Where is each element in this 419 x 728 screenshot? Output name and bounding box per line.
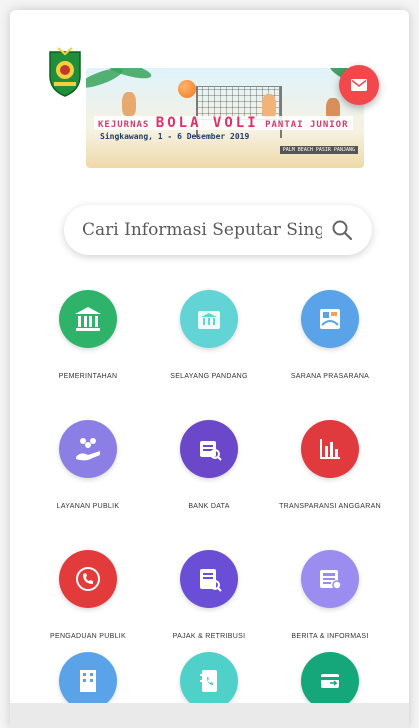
city-hall-icon	[180, 290, 238, 348]
mail-icon	[351, 79, 367, 91]
bottom-navigation-bar	[10, 703, 409, 728]
menu-item-layanan-publik[interactable]: LAYANAN PUBLIK	[28, 420, 148, 530]
player-figure	[262, 94, 276, 118]
volleyball-icon	[178, 80, 196, 98]
banner-title: KEJURNAS BOLA VOLI PANTAI JUNIOR	[94, 116, 353, 130]
menu-item-label: SARANA PRASARANA	[290, 373, 370, 380]
menu-item-pengaduan-publik[interactable]: PENGADUAN PUBLIK	[28, 550, 148, 660]
menu-item-label: PENGADUAN PUBLIK	[50, 633, 126, 640]
public-service-icon	[59, 420, 117, 478]
menu-item-sarana-prasarana[interactable]: SARANA PRASARANA	[270, 290, 390, 400]
menu-item-label: SELAYANG PANDANG	[170, 373, 248, 380]
regional-crest-icon	[49, 47, 81, 97]
budget-chart-icon	[301, 420, 359, 478]
card-transfer-icon	[301, 652, 359, 710]
office-building-icon	[59, 652, 117, 710]
banner-title-prefix: KEJURNAS	[98, 120, 150, 130]
government-building-icon	[59, 290, 117, 348]
menu-item-berita-informasi[interactable]: BERITA & INFORMASI	[270, 550, 390, 660]
phone-complaint-icon	[59, 550, 117, 608]
mail-button[interactable]	[339, 65, 379, 105]
banner-venue: PALM BEACH PASIR PANJANG	[279, 146, 358, 154]
menu-item-label: PAJAK & RETRIBUSI	[172, 633, 246, 640]
net-pole	[280, 86, 282, 138]
app-screen: KEJURNAS BOLA VOLI PANTAI JUNIOR Singkaw…	[10, 10, 409, 728]
banner-title-suffix: PANTAI JUNIOR	[265, 120, 349, 130]
search-icon[interactable]	[330, 218, 354, 242]
menu-item-pemerintahan[interactable]: PEMERINTAHAN	[28, 290, 148, 400]
menu-item-pajak-retribusi[interactable]: PAJAK & RETRIBUSI	[149, 550, 269, 660]
menu-item-transparansi-anggaran[interactable]: TRANSPARANSI ANGGARAN	[270, 420, 390, 530]
banner-title-main: BOLA VOLI	[155, 115, 259, 131]
menu-item-label: BANK DATA	[188, 503, 230, 510]
infrastructure-map-icon	[301, 290, 359, 348]
menu-item-selayang-pandang[interactable]: SELAYANG PANDANG	[149, 290, 269, 400]
event-banner[interactable]: KEJURNAS BOLA VOLI PANTAI JUNIOR Singkaw…	[86, 68, 364, 168]
menu-item-label: PEMERINTAHAN	[58, 373, 118, 380]
news-icon	[301, 550, 359, 608]
menu-item-bank-data[interactable]: BANK DATA	[149, 420, 269, 530]
contact-book-icon	[180, 652, 238, 710]
database-icon	[180, 420, 238, 478]
banner-location-date: Singkawang, 1 - 6 Desember 2019	[100, 132, 250, 141]
tax-document-icon	[180, 550, 238, 608]
menu-item-label: BERITA & INFORMASI	[291, 633, 369, 640]
menu-item-label: TRANSPARANSI ANGGARAN	[279, 503, 381, 510]
menu-item-label: LAYANAN PUBLIK	[56, 503, 120, 510]
player-figure	[122, 92, 136, 116]
search-bar[interactable]	[64, 205, 372, 255]
search-input[interactable]	[82, 220, 322, 240]
